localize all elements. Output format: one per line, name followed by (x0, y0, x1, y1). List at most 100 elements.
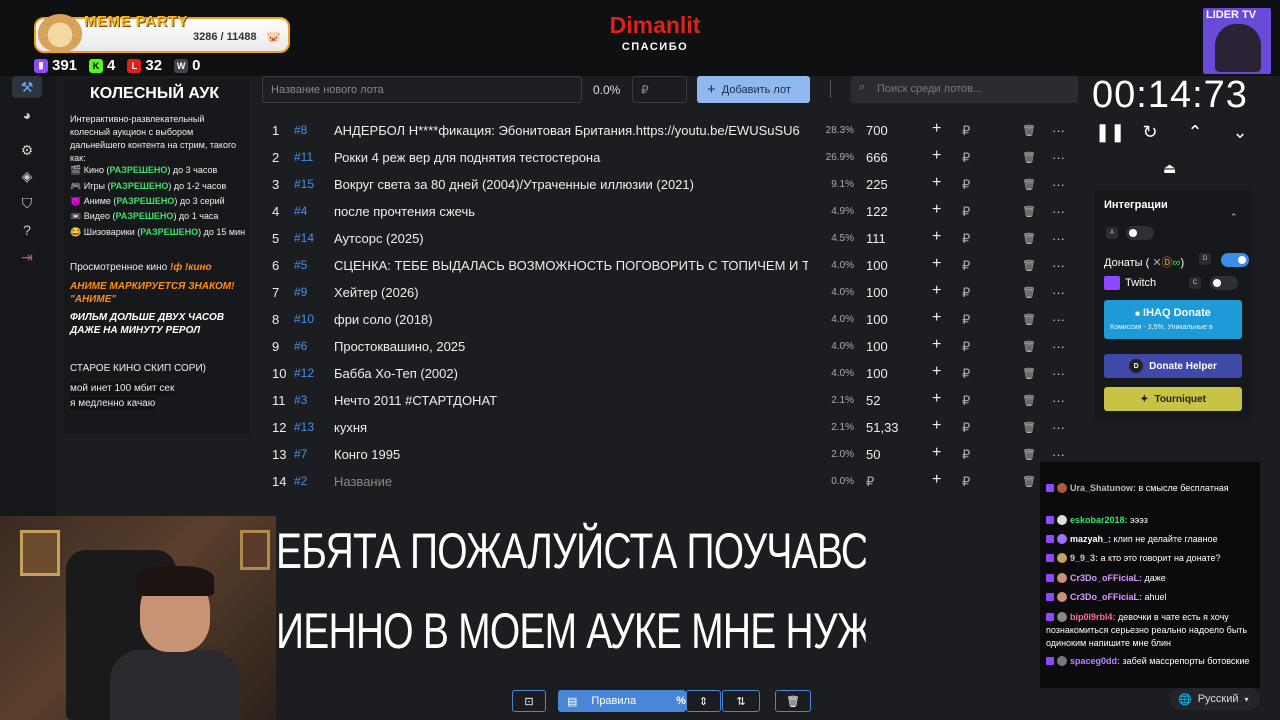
lot-name[interactable]: Название (334, 474, 808, 489)
rub-icon[interactable]: ₽ (962, 312, 974, 328)
lot-amount[interactable]: 51,33 (866, 420, 916, 435)
lot-amount[interactable]: ₽ (866, 474, 916, 490)
split-button[interactable]: ⇕ (686, 690, 721, 712)
pause-icon[interactable]: ❚❚ (1095, 122, 1125, 143)
rub-icon[interactable]: ₽ (962, 258, 974, 274)
layers-icon[interactable]: ◈ (18, 167, 36, 185)
lot-row[interactable]: 8 #10 фри соло (2018) 4.0% 100 + ₽ 🗑 ··· (262, 306, 1078, 333)
rub-icon[interactable]: ₽ (962, 420, 974, 436)
lot-row[interactable]: 4 #4 после прочтения сжечь 4.9% 122 + ₽ 🗑 ··· (262, 198, 1078, 225)
shield-icon[interactable]: ⛉ (18, 194, 36, 212)
lot-amount[interactable]: 100 (866, 258, 916, 273)
rub-icon[interactable]: ₽ (962, 285, 974, 301)
lot-row[interactable]: 1 #8 АНДЕРБОЛ Н****фикация: Эбонитовая Бри… (262, 117, 1078, 144)
lot-id-link[interactable]: #9 (294, 285, 324, 299)
lot-name[interactable]: Нечто 2011 #СТАРТДОНАТ (334, 393, 808, 408)
trash-icon[interactable]: 🗑 (1022, 421, 1034, 434)
lot-name[interactable]: СЦЕНКА: ТЕБЕ ВЫДАЛАСЬ ВОЗМОЖНОСТЬ ПОГОВО… (334, 258, 808, 273)
lot-id-link[interactable]: #15 (294, 177, 324, 191)
trash-icon[interactable]: 🗑 (1022, 259, 1034, 272)
auction-hammer-icon[interactable]: ⚒ (18, 78, 36, 96)
lot-row[interactable]: 3 #15 Вокруг света за 80 дней (2004)/Утрач… (262, 171, 1078, 198)
lot-name[interactable]: после прочтения сжечь (334, 204, 808, 219)
trash-icon[interactable]: 🗑 (1022, 394, 1034, 407)
lot-name[interactable]: Конго 1995 (334, 447, 808, 462)
more-icon[interactable]: ··· (1052, 420, 1066, 435)
rub-icon[interactable]: ₽ (962, 393, 974, 409)
lot-row[interactable]: 7 #9 Хейтер (2026) 4.0% 100 + ₽ 🗑 ··· (262, 279, 1078, 306)
trash-icon[interactable]: 🗑 (1022, 448, 1034, 461)
trash-icon[interactable]: 🗑 (1022, 205, 1034, 218)
screenshot-button[interactable]: ⊡ (512, 690, 546, 712)
rub-icon[interactable]: ₽ (962, 447, 974, 463)
lot-amount[interactable]: 100 (866, 339, 916, 354)
percent-toggle[interactable]: % (676, 695, 686, 707)
add-amount-icon[interactable]: + (932, 228, 944, 246)
add-amount-icon[interactable]: + (932, 147, 944, 165)
lot-amount[interactable]: 100 (866, 285, 916, 300)
lot-amount[interactable]: 700 (866, 123, 916, 138)
lot-row[interactable]: 2 #11 Рокки 4 реж вер для поднятия тестост… (262, 144, 1078, 171)
gear-icon[interactable]: ⚙ (18, 141, 36, 159)
chevron-up-icon[interactable]: ⌃ (1230, 212, 1238, 223)
lot-id-link[interactable]: #10 (294, 312, 324, 326)
lot-row[interactable]: 10 #12 Бабба Хо-Теп (2002) 4.0% 100 + ₽ 🗑 ··· (262, 360, 1078, 387)
add-amount-icon[interactable]: + (932, 444, 944, 462)
auto-toggle[interactable] (1126, 226, 1154, 240)
chevron-up-icon[interactable]: ⌃ (1185, 122, 1205, 143)
add-lot-button[interactable]: + Добавить лот (697, 76, 810, 103)
rub-icon[interactable]: ₽ (962, 123, 974, 139)
help-icon[interactable]: ? (18, 221, 36, 239)
lot-amount[interactable]: 666 (866, 150, 916, 165)
lot-id-link[interactable]: #11 (294, 150, 324, 164)
lot-name[interactable]: Рокки 4 реж вер для поднятия тестостерон… (334, 150, 808, 165)
rub-icon[interactable]: ₽ (962, 474, 974, 490)
add-amount-icon[interactable]: + (932, 255, 944, 273)
lot-id-link[interactable]: #12 (294, 366, 324, 380)
more-icon[interactable]: ··· (1052, 285, 1066, 300)
more-icon[interactable]: ··· (1052, 366, 1066, 381)
more-icon[interactable]: ··· (1052, 123, 1066, 138)
lot-id-link[interactable]: #4 (294, 204, 324, 218)
rub-icon[interactable]: ₽ (962, 339, 974, 355)
trash-icon[interactable]: 🗑 (1022, 232, 1034, 245)
rub-icon[interactable]: ₽ (962, 150, 974, 166)
lot-name[interactable]: Хейтер (2026) (334, 285, 808, 300)
lot-name[interactable]: Бабба Хо-Теп (2002) (334, 366, 808, 381)
trash-icon[interactable]: 🗑 (1022, 475, 1034, 488)
lot-search-input[interactable]: Поиск среди лотов... (851, 76, 1078, 103)
trash-icon[interactable]: 🗑 (1022, 313, 1034, 326)
rub-icon[interactable]: ₽ (962, 204, 974, 220)
rules-button[interactable]: ▤ Правила% (558, 690, 686, 712)
more-icon[interactable]: ··· (1052, 177, 1066, 192)
add-amount-icon[interactable]: + (932, 417, 944, 435)
lot-amount[interactable]: 100 (866, 312, 916, 327)
lot-id-link[interactable]: #8 (294, 123, 324, 137)
more-icon[interactable]: ··· (1052, 339, 1066, 354)
tourniquet-button[interactable]: ✦ Tourniquet (1104, 387, 1242, 411)
trash-icon[interactable]: 🗑 (1022, 124, 1034, 137)
lot-row[interactable]: 9 #6 Простоквашино, 2025 4.0% 100 + ₽ 🗑 ··· (262, 333, 1078, 360)
lot-name[interactable]: АНДЕРБОЛ Н****фикация: Эбонитовая Британ… (334, 123, 808, 138)
lot-name[interactable]: Вокруг света за 80 дней (2004)/Утраченны… (334, 177, 808, 192)
collapse-panel-icon[interactable]: ⏏ (1163, 160, 1176, 177)
lot-amount[interactable]: 100 (866, 366, 916, 381)
lot-row[interactable]: 5 #14 Аутсорс (2025) 4.5% 111 + ₽ 🗑 ··· (262, 225, 1078, 252)
lot-id-link[interactable]: #5 (294, 258, 324, 272)
rub-icon[interactable]: ₽ (962, 231, 974, 247)
lot-amount[interactable]: 50 (866, 447, 916, 462)
more-icon[interactable]: ··· (1052, 258, 1066, 273)
add-amount-icon[interactable]: + (932, 390, 944, 408)
lot-name[interactable]: кухня (334, 420, 808, 435)
lot-row[interactable]: 6 #5 СЦЕНКА: ТЕБЕ ВЫДАЛАСЬ ВОЗМОЖНОСТЬ ПОГ… (262, 252, 1078, 279)
trash-icon[interactable]: 🗑 (1022, 178, 1034, 191)
wheel-icon[interactable]: ◕ (18, 106, 36, 124)
lot-name[interactable]: Простоквашино, 2025 (334, 339, 808, 354)
trash-icon[interactable]: 🗑 (1022, 286, 1034, 299)
more-icon[interactable]: ··· (1052, 150, 1066, 165)
language-selector[interactable]: 🌐 Русский ▾ (1170, 688, 1260, 710)
rub-icon[interactable]: ₽ (962, 366, 974, 382)
lot-id-link[interactable]: #2 (294, 474, 324, 488)
twitch-toggle[interactable] (1210, 276, 1238, 290)
lot-amount[interactable]: 111 (866, 231, 916, 246)
